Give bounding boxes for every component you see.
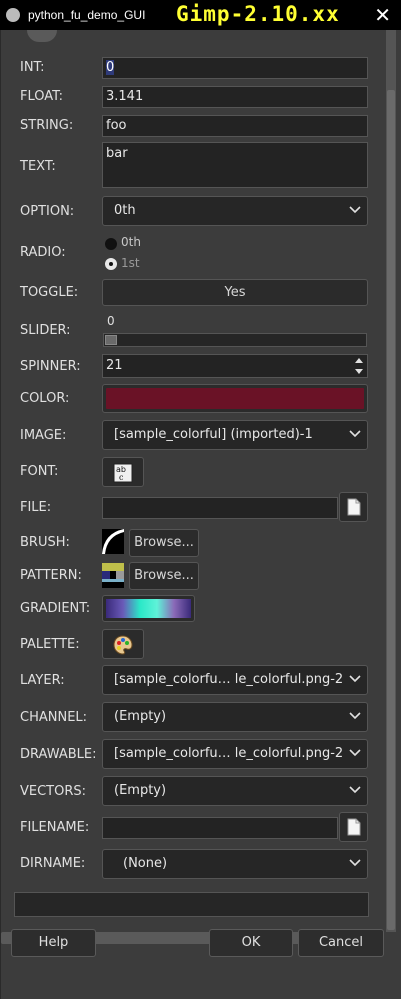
chevron-down-icon <box>349 675 361 683</box>
layer-dropdown[interactable]: [sample_colorfu… le_colorful.png-2 <box>102 665 368 695</box>
gradient-label: GRADIENT: <box>20 601 91 616</box>
vectors-label: VECTORS: <box>20 784 87 799</box>
chevron-down-icon <box>349 786 361 794</box>
slider-value: 0 <box>107 314 115 328</box>
channel-value: (Empty) <box>114 709 167 724</box>
file-chooser-button[interactable] <box>339 492 368 522</box>
brush-shape-icon <box>102 529 124 554</box>
float-label: FLOAT: <box>20 89 64 104</box>
chevron-down-icon <box>349 712 361 720</box>
drawable-dropdown[interactable]: [sample_colorfu… le_colorful.png-2 <box>102 739 368 769</box>
vertical-scrollbar[interactable] <box>386 30 396 932</box>
channel-dropdown[interactable]: (Empty) <box>102 702 368 732</box>
radio-0th-label: 0th <box>121 235 141 249</box>
spinner-value: 21 <box>106 358 123 373</box>
filename-input[interactable] <box>102 817 338 839</box>
color-swatch <box>106 388 364 409</box>
option-dropdown[interactable]: 0th <box>102 196 368 226</box>
brush-label: BRUSH: <box>20 535 70 550</box>
file-label: FILE: <box>20 500 52 515</box>
brush-preview[interactable] <box>102 529 124 554</box>
close-icon[interactable]: ✕ <box>374 3 391 27</box>
pattern-preview[interactable] <box>102 563 124 588</box>
vectors-dropdown[interactable]: (Empty) <box>102 776 368 806</box>
float-input[interactable]: 3.141 <box>102 86 368 108</box>
chevron-down-icon <box>349 859 361 867</box>
filename-chooser-button[interactable] <box>339 812 368 842</box>
palette-label: PALETTE: <box>20 637 80 652</box>
image-dropdown[interactable]: [sample_colorful] (imported)-1 <box>102 420 368 450</box>
chevron-down-icon <box>349 430 361 438</box>
radio-checked-icon <box>105 258 117 270</box>
option-label: OPTION: <box>20 204 75 219</box>
toggle-label: TOGGLE: <box>20 285 79 300</box>
slider-track[interactable] <box>103 333 367 347</box>
toggle-button[interactable]: Yes <box>102 279 368 306</box>
title-bar: python_fu_demo_GUI Gimp-2.10.xx ✕ <box>0 0 401 30</box>
radio-option-1st[interactable]: 1st <box>104 256 184 274</box>
progress-bar <box>14 892 369 917</box>
vectors-value: (Empty) <box>114 783 167 798</box>
window-title: python_fu_demo_GUI <box>28 8 146 22</box>
filename-label: FILENAME: <box>20 820 90 835</box>
plugin-dialog: INT: 0 FLOAT: 3.141 STRING: foo TEXT: ba… <box>0 30 401 999</box>
channel-label: CHANNEL: <box>20 710 88 725</box>
font-label: FONT: <box>20 464 59 479</box>
string-label: STRING: <box>20 118 74 133</box>
drawable-label: DRAWABLE: <box>20 747 97 762</box>
color-label: COLOR: <box>20 391 70 406</box>
layer-value: [sample_colorfu… le_colorful.png-2 <box>114 672 344 687</box>
brush-browse-button[interactable]: Browse... <box>129 529 199 557</box>
pattern-label: PATTERN: <box>20 568 82 583</box>
dirname-value: (None) <box>123 856 168 871</box>
font-icon: ab c <box>113 463 133 483</box>
layer-label: LAYER: <box>20 673 65 688</box>
chevron-down-icon <box>349 749 361 757</box>
text-area[interactable]: bar <box>102 142 368 188</box>
int-label: INT: <box>20 60 45 75</box>
cancel-button[interactable]: Cancel <box>298 929 384 957</box>
color-button[interactable] <box>102 384 368 413</box>
help-button[interactable]: Help <box>11 929 96 957</box>
chevron-down-icon <box>349 206 361 214</box>
ok-button[interactable]: OK <box>209 929 293 957</box>
spinner-label: SPINNER: <box>20 359 81 374</box>
image-value: [sample_colorful] (imported)-1 <box>114 427 313 442</box>
document-icon <box>347 818 361 836</box>
int-input[interactable]: 0 <box>102 57 368 79</box>
radio-1st-label: 1st <box>121 256 140 270</box>
drawable-value: [sample_colorfu… le_colorful.png-2 <box>114 746 344 761</box>
svg-text:c: c <box>119 473 124 482</box>
font-button[interactable]: ab c <box>102 457 144 487</box>
scrollbar-thumb[interactable] <box>387 90 395 930</box>
spinner-down-icon[interactable] <box>355 369 363 374</box>
palette-icon <box>113 635 133 655</box>
file-path-input[interactable] <box>102 497 338 519</box>
radio-label: RADIO: <box>20 245 66 260</box>
gimp-app-icon <box>6 8 20 22</box>
string-input[interactable]: foo <box>102 115 368 137</box>
int-value: 0 <box>106 60 115 75</box>
radio-option-0th[interactable]: 0th <box>104 235 184 253</box>
spinner-up-icon[interactable] <box>355 358 363 363</box>
pattern-browse-button[interactable]: Browse... <box>129 562 199 590</box>
gradient-button[interactable] <box>102 595 195 622</box>
gradient-preview <box>106 599 191 618</box>
wilber-logo <box>27 30 57 42</box>
document-icon <box>347 498 361 516</box>
dirname-label: DIRNAME: <box>20 856 86 871</box>
gimp-version-watermark: Gimp-2.10.xx <box>176 2 340 26</box>
option-value: 0th <box>114 203 136 218</box>
slider-label: SLIDER: <box>20 323 71 338</box>
text-label: TEXT: <box>20 159 56 174</box>
palette-button[interactable] <box>102 629 144 659</box>
spinner-input[interactable]: 21 <box>102 354 368 378</box>
slider-handle[interactable] <box>105 335 117 345</box>
radio-unchecked-icon <box>105 238 117 250</box>
dirname-dropdown[interactable]: (None) <box>102 849 368 879</box>
image-label: IMAGE: <box>20 428 67 443</box>
